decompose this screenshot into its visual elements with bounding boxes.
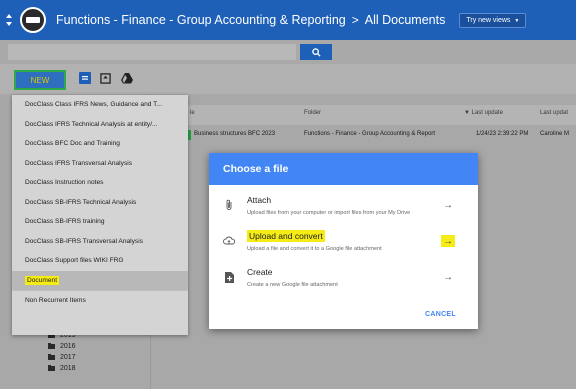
create-option[interactable]: Create Create a new Google file attachme… bbox=[209, 261, 478, 297]
menu-item-non-recurrent-items[interactable]: Non Recurrent Items bbox=[12, 291, 188, 311]
row-updated-by: Caroline M bbox=[540, 131, 570, 137]
menu-item-label: DocClass Support files WIKI FRG bbox=[25, 257, 124, 265]
upload-and-convert-option[interactable]: Upload and convert Upload a file and con… bbox=[209, 225, 478, 261]
upload-and-convert-subtitle: Upload a file and convert it to a Google… bbox=[247, 246, 382, 252]
choose-file-dialog: Choose a file Attach Upload files from y… bbox=[209, 153, 478, 329]
attach-subtitle: Upload files from your computer or impor… bbox=[247, 210, 411, 216]
search-button[interactable] bbox=[300, 44, 332, 60]
menu-item-bfc-doc-training[interactable]: DocClass BFC Doc and Training bbox=[12, 134, 188, 154]
folder-icon bbox=[48, 343, 55, 349]
search-icon bbox=[311, 47, 321, 57]
search-input[interactable] bbox=[8, 44, 296, 60]
menu-item-sb-ifrs-transversal-analysis[interactable]: DocClass SB-IFRS Transversal Analysis bbox=[12, 232, 188, 252]
caret-down-icon: ▼ bbox=[514, 17, 520, 24]
site-logo[interactable] bbox=[20, 7, 46, 33]
menu-item-ifrs-technical-analysis-entity[interactable]: DocClass IFRS Technical Analysis at enti… bbox=[12, 115, 188, 135]
tree-item-year[interactable]: 2017 bbox=[48, 352, 76, 363]
attach-option[interactable]: Attach Upload files from your computer o… bbox=[209, 189, 478, 225]
search-row bbox=[0, 40, 576, 64]
menu-item-instruction-notes[interactable]: DocClass Instruction notes bbox=[12, 173, 188, 193]
menu-item-label: DocClass BFC Doc and Training bbox=[25, 140, 120, 148]
cancel-button[interactable]: CANCEL bbox=[425, 311, 456, 318]
upload-and-convert-title: Upload and convert bbox=[247, 230, 325, 242]
table-row[interactable]: Business structures BFC 2023 Functions -… bbox=[190, 127, 576, 143]
arrow-right-icon[interactable]: → bbox=[441, 271, 455, 283]
row-name[interactable]: Business structures BFC 2023 bbox=[194, 131, 275, 137]
row-last-update: 1/24/23 2:39:22 PM bbox=[476, 131, 529, 137]
try-new-views-label: Try new views bbox=[466, 16, 511, 24]
tree-item-label: 2017 bbox=[60, 354, 76, 361]
paperclip-icon bbox=[223, 199, 235, 211]
folder-tree: 2015 2016 2017 2018 bbox=[48, 330, 76, 374]
folder-icon bbox=[48, 365, 55, 371]
create-title: Create bbox=[247, 267, 273, 277]
column-updated-by-header[interactable]: Last updat bbox=[540, 110, 568, 116]
new-button[interactable]: NEW bbox=[14, 70, 66, 90]
menu-item-sb-ifrs-training[interactable]: DocClass SB-IFRS training bbox=[12, 212, 188, 232]
tree-item-label: 2016 bbox=[60, 343, 76, 350]
arrow-right-icon[interactable]: → bbox=[441, 199, 455, 211]
folder-icon bbox=[48, 354, 55, 360]
menu-item-class-ifrs-news[interactable]: DocClass Class IFRS News, Guidance and T… bbox=[12, 95, 188, 115]
tree-item-year[interactable]: 2018 bbox=[48, 363, 76, 374]
create-subtitle: Create a new Google file attachment bbox=[247, 282, 338, 288]
try-new-views-button[interactable]: Try new views ▼ bbox=[459, 12, 527, 28]
tree-item-label: 2018 bbox=[60, 365, 76, 372]
column-name-header[interactable]: le bbox=[190, 110, 195, 116]
toolbar: NEW bbox=[0, 64, 576, 94]
table-header: le Folder ▼ Last update Last updat bbox=[150, 105, 576, 125]
file-plus-icon bbox=[223, 271, 235, 283]
menu-item-label: DocClass IFRS Transversal Analysis bbox=[25, 159, 132, 167]
row-folder: Functions - Finance - Group Accounting &… bbox=[304, 131, 436, 137]
list-view-icon[interactable] bbox=[78, 71, 92, 85]
column-folder-header[interactable]: Folder bbox=[304, 110, 321, 116]
dialog-title: Choose a file bbox=[209, 153, 478, 185]
cloud-upload-icon bbox=[223, 235, 235, 247]
menu-item-label: DocClass Class IFRS News, Guidance and T… bbox=[25, 101, 162, 109]
breadcrumb-separator: > bbox=[351, 13, 359, 27]
upload-and-convert-label: Upload and convert bbox=[247, 230, 325, 242]
site-title[interactable]: Functions - Finance - Group Accounting &… bbox=[56, 13, 346, 27]
column-last-update-header[interactable]: ▼ Last update bbox=[464, 110, 503, 116]
menu-item-support-files-wiki[interactable]: DocClass Support files WIKI FRG bbox=[12, 251, 188, 271]
tree-item-year[interactable]: 2016 bbox=[48, 341, 76, 352]
breadcrumb-current[interactable]: All Documents bbox=[365, 13, 446, 27]
google-drive-icon[interactable] bbox=[120, 71, 134, 85]
menu-item-document[interactable]: Document bbox=[12, 270, 188, 290]
upload-icon[interactable] bbox=[98, 71, 112, 85]
menu-item-label: DocClass Instruction notes bbox=[25, 179, 104, 187]
new-document-type-menu: DocClass Class IFRS News, Guidance and T… bbox=[12, 95, 188, 335]
menu-item-label: DocClass IFRS Technical Analysis at enti… bbox=[25, 120, 158, 128]
menu-item-label: DocClass SB-IFRS training bbox=[25, 218, 105, 226]
menu-item-label: Non Recurrent Items bbox=[25, 297, 86, 305]
menu-item-sb-ifrs-technical-analysis[interactable]: DocClass SB-IFRS Technical Analysis bbox=[12, 193, 188, 213]
menu-item-label: DocClass SB-IFRS Technical Analysis bbox=[25, 198, 137, 206]
menu-item-label: Document bbox=[25, 275, 60, 285]
arrow-right-icon[interactable]: → bbox=[441, 235, 455, 247]
nav-updown-icon[interactable] bbox=[0, 0, 18, 40]
menu-item-label: DocClass SB-IFRS Transversal Analysis bbox=[25, 237, 143, 245]
attach-title: Attach bbox=[247, 195, 272, 205]
top-bar: Functions - Finance - Group Accounting &… bbox=[0, 0, 576, 40]
menu-item-ifrs-transversal-analysis[interactable]: DocClass IFRS Transversal Analysis bbox=[12, 154, 188, 174]
